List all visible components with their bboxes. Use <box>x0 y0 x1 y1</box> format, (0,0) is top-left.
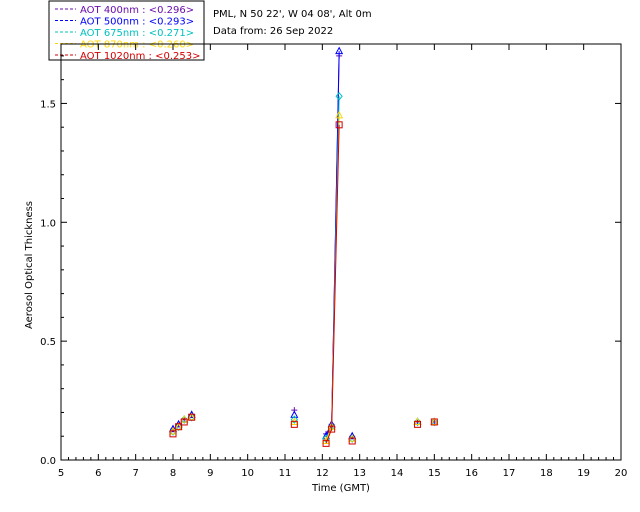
legend-label: AOT 400nm : <0.296> <box>80 5 194 16</box>
x-tick-label: 9 <box>207 468 213 479</box>
x-tick-label: 19 <box>577 468 590 479</box>
x-tick-label: 18 <box>540 468 553 479</box>
aot-chart: AOT 400nm : <0.296>AOT 500nm : <0.293>AO… <box>24 0 628 494</box>
header-date: Data from: 26 Sep 2022 <box>213 26 333 37</box>
y-axis: 0.0 0.5 1.0 1.5 <box>40 55 621 467</box>
series-3 <box>168 110 439 444</box>
x-tick-label: 6 <box>95 468 101 479</box>
x-tick-label: 15 <box>428 468 441 479</box>
x-tick-label: 14 <box>391 468 404 479</box>
y-tick-label: 0.0 <box>40 456 56 467</box>
x-axis-label: Time (GMT) <box>311 483 370 494</box>
series-0 <box>170 52 438 440</box>
legend-label: AOT 500nm : <0.293> <box>80 17 194 28</box>
legend: AOT 400nm : <0.296>AOT 500nm : <0.293>AO… <box>48 0 205 62</box>
x-axis: 5 6 7 8 9 10 11 12 13 14 15 16 17 18 19 20 <box>58 44 628 479</box>
x-tick-label: 8 <box>170 468 176 479</box>
y-tick-label: 1.5 <box>40 99 56 110</box>
legend-label: AOT 675nm : <0.271> <box>80 28 194 39</box>
x-tick-label: 7 <box>132 468 138 479</box>
x-tick-label: 13 <box>353 468 366 479</box>
x-tick-label: 12 <box>316 468 329 479</box>
y-tick-label: 0.5 <box>40 337 56 348</box>
legend-label: AOT 1020nm : <0.253> <box>80 51 200 62</box>
x-tick-label: 16 <box>465 468 478 479</box>
series-1 <box>168 46 439 440</box>
x-tick-label: 11 <box>279 468 292 479</box>
x-tick-label: 17 <box>503 468 516 479</box>
y-axis-label: Aerosol Optical Thickness <box>24 201 35 329</box>
series-layer <box>168 46 439 447</box>
legend-label: AOT 870nm : <0.260> <box>80 40 194 51</box>
header-location: PML, N 50 22', W 04 08', Alt 0m <box>213 9 372 20</box>
series-2 <box>169 92 438 443</box>
x-tick-label: 10 <box>241 468 254 479</box>
x-tick-label: 20 <box>615 468 628 479</box>
plot-frame <box>60 43 622 461</box>
x-tick-label: 5 <box>58 468 64 479</box>
series-4 <box>169 121 438 447</box>
y-tick-label: 1.0 <box>40 218 56 229</box>
